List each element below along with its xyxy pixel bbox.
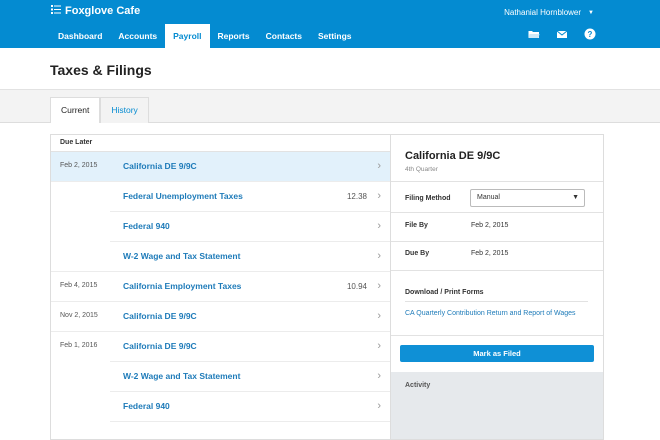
chevron-right-icon: ›	[377, 280, 381, 292]
forms-title: Download / Print Forms	[405, 289, 484, 296]
divider	[391, 212, 603, 213]
chevron-right-icon: ›	[377, 340, 381, 352]
chevron-right-icon: ›	[377, 160, 381, 172]
help-icon[interactable]: ?	[584, 28, 596, 40]
brand-name: Foxglove Cafe	[65, 5, 141, 17]
page-header: Taxes & Filings	[0, 48, 660, 90]
row-name[interactable]: W-2 Wage and Tax Statement	[123, 371, 240, 381]
row-name[interactable]: California Employment Taxes	[123, 281, 241, 291]
nav-payroll[interactable]: Payroll	[165, 24, 210, 48]
row-name[interactable]: Federal Unemployment Taxes	[123, 191, 243, 201]
list-menu-icon[interactable]	[51, 5, 61, 17]
row-name[interactable]: California DE 9/9C	[123, 341, 197, 351]
row-date: Feb 4, 2015	[60, 282, 98, 289]
row-amount: 12.38	[346, 192, 367, 201]
header-icons: ?	[528, 28, 596, 40]
row-name[interactable]: W-2 Wage and Tax Statement	[123, 251, 240, 261]
chevron-right-icon: ›	[377, 400, 381, 412]
activity-panel: Activity	[391, 372, 603, 439]
chevron-right-icon: ›	[377, 220, 381, 232]
nav-settings[interactable]: Settings	[310, 24, 360, 48]
nav-contacts[interactable]: Contacts	[258, 24, 310, 48]
caret-down-icon: ▼	[572, 194, 579, 201]
main-nav: Dashboard Accounts Payroll Reports Conta…	[50, 24, 360, 48]
filing-row[interactable]: Federal Unemployment Taxes 12.38 ›	[51, 182, 390, 212]
filing-row[interactable]: Federal 940 ›	[51, 212, 390, 242]
due-by-label: Due By	[405, 250, 430, 257]
filing-row[interactable]: Feb 1, 2016 California DE 9/9C ›	[51, 332, 390, 362]
top-bar: Foxglove Cafe Nathanial Hornblower ▼ Das…	[0, 0, 660, 48]
divider	[405, 301, 588, 302]
filing-method-select[interactable]: Manual ▼	[470, 189, 585, 207]
row-amount: 10.94	[346, 282, 367, 291]
divider	[391, 270, 603, 271]
filing-method-label: Filing Method	[405, 195, 451, 202]
svg-text:?: ?	[588, 30, 593, 39]
filing-row[interactable]: Federal 940 ›	[51, 392, 390, 422]
folder-icon[interactable]	[528, 28, 540, 40]
filing-detail: California DE 9/9C 4th Quarter Filing Me…	[391, 134, 604, 440]
row-name[interactable]: Federal 940	[123, 401, 170, 411]
nav-reports[interactable]: Reports	[210, 24, 258, 48]
detail-title: California DE 9/9C	[405, 150, 501, 162]
user-name: Nathanial Hornblower	[504, 8, 582, 17]
file-by-label: File By	[405, 222, 428, 229]
nav-accounts[interactable]: Accounts	[110, 24, 165, 48]
filing-row[interactable]: W-2 Wage and Tax Statement ›	[51, 362, 390, 392]
row-name[interactable]: Federal 940	[123, 221, 170, 231]
user-menu[interactable]: Nathanial Hornblower ▼	[504, 8, 594, 17]
chevron-right-icon: ›	[377, 250, 381, 262]
detail-subtitle: 4th Quarter	[405, 166, 438, 173]
nav-dashboard[interactable]: Dashboard	[50, 24, 110, 48]
row-name[interactable]: California DE 9/9C	[123, 311, 197, 321]
caret-down-icon: ▼	[588, 9, 594, 16]
filing-tabs: Current History	[50, 97, 149, 123]
row-name[interactable]: California DE 9/9C	[123, 161, 197, 171]
chevron-right-icon: ›	[377, 190, 381, 202]
forms-link[interactable]: CA Quarterly Contribution Return and Rep…	[405, 310, 576, 317]
brand[interactable]: Foxglove Cafe	[51, 5, 140, 17]
divider	[391, 241, 603, 242]
mark-as-filed-button[interactable]: Mark as Filed	[400, 345, 594, 362]
page-title: Taxes & Filings	[50, 62, 152, 78]
filing-row[interactable]: W-2 Wage and Tax Statement ›	[51, 242, 390, 272]
tab-current[interactable]: Current	[50, 97, 101, 123]
activity-title: Activity	[405, 382, 431, 389]
tab-history[interactable]: History	[100, 97, 149, 123]
row-date: Nov 2, 2015	[60, 312, 98, 319]
file-by-value: Feb 2, 2015	[471, 222, 509, 229]
mail-icon[interactable]	[556, 28, 568, 40]
filing-row[interactable]: Feb 4, 2015 California Employment Taxes …	[51, 272, 390, 302]
filing-row[interactable]: Nov 2, 2015 California DE 9/9C ›	[51, 302, 390, 332]
filing-method-value: Manual	[477, 194, 500, 201]
divider	[391, 335, 603, 336]
chevron-right-icon: ›	[377, 370, 381, 382]
filings-list: Due Later Feb 2, 2015 California DE 9/9C…	[50, 134, 391, 440]
chevron-right-icon: ›	[377, 310, 381, 322]
row-date: Feb 1, 2016	[60, 342, 98, 349]
row-date: Feb 2, 2015	[60, 162, 98, 169]
divider	[391, 181, 603, 182]
filing-row[interactable]: Feb 2, 2015 California DE 9/9C ›	[51, 152, 390, 182]
due-by-value: Feb 2, 2015	[471, 250, 509, 257]
list-header: Due Later	[51, 135, 390, 152]
